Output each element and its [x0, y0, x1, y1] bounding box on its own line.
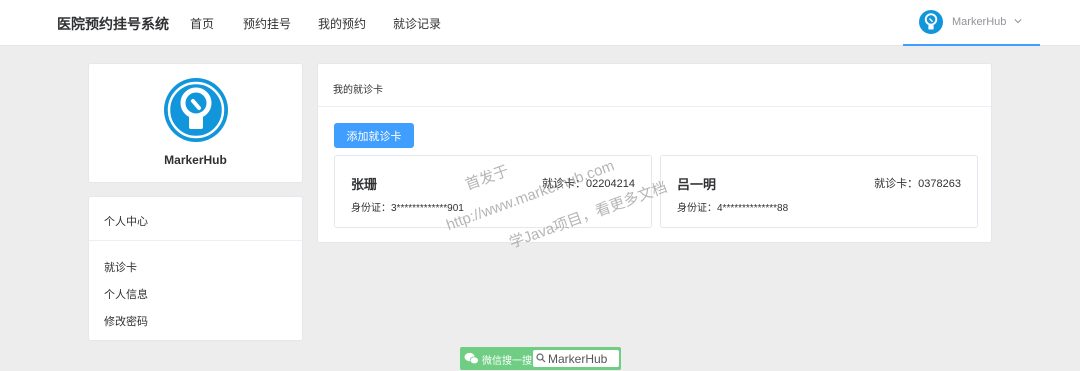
profile-card: MarkerHub: [88, 63, 303, 183]
menu-item-change-password[interactable]: 修改密码: [104, 313, 148, 329]
top-navbar: 医院预约挂号系统 首页 预约挂号 我的预约 就诊记录 MarkerHub: [0, 0, 1080, 46]
id-number: 身份证：4**************88: [677, 203, 789, 214]
menu-title: 个人中心: [104, 216, 148, 228]
wechat-icon: [464, 352, 479, 365]
nav-visit-records[interactable]: 就诊记录: [393, 15, 441, 32]
menu-item-personal-info[interactable]: 个人信息: [104, 286, 148, 302]
menu-header: 个人中心: [89, 197, 302, 241]
patient-name: 张珊: [351, 177, 378, 192]
chevron-down-icon: [1014, 19, 1022, 24]
visit-card-panel: 我的就诊卡 添加就诊卡 张珊 就诊卡：02204214 身份证：3*******…: [317, 63, 992, 243]
personal-center-menu: 个人中心 就诊卡 个人信息 修改密码: [88, 196, 303, 341]
patient-name: 吕一明: [677, 177, 717, 192]
nav-home[interactable]: 首页: [190, 15, 214, 32]
panel-title: 我的就诊卡: [333, 85, 383, 96]
card-number: 就诊卡：02204214: [542, 178, 635, 190]
wechat-search-badge: 微信搜一搜 MarkerHub: [460, 347, 621, 370]
visit-card[interactable]: 张珊 就诊卡：02204214 身份证：3*************901: [334, 155, 652, 228]
badge-text: 微信搜一搜: [482, 356, 532, 367]
avatar: [164, 78, 228, 142]
nav-booking[interactable]: 预约挂号: [243, 15, 291, 32]
card-number: 就诊卡：0378263: [874, 178, 961, 190]
visit-card[interactable]: 吕一明 就诊卡：0378263 身份证：4**************88: [660, 155, 978, 228]
user-menu[interactable]: MarkerHub: [903, 0, 1040, 46]
user-name: MarkerHub: [952, 16, 1007, 28]
add-visit-card-button[interactable]: 添加就诊卡: [334, 123, 414, 148]
app-title: 医院预约挂号系统: [57, 16, 169, 32]
search-icon: [536, 353, 546, 363]
id-number: 身份证：3*************901: [351, 203, 464, 214]
panel-header: 我的就诊卡: [318, 64, 991, 107]
menu-item-visit-card[interactable]: 就诊卡: [104, 259, 137, 275]
nav-my-appointments[interactable]: 我的预约: [318, 15, 366, 32]
badge-search-text: MarkerHub: [548, 352, 608, 366]
user-avatar-icon: [919, 10, 943, 34]
profile-name: MarkerHub: [164, 153, 227, 167]
badge-search-box: MarkerHub: [533, 350, 619, 367]
